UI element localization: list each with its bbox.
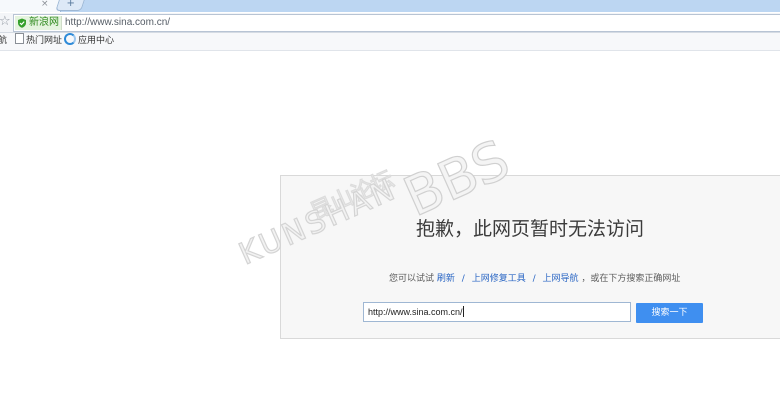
browser-tab[interactable]: × — [0, 0, 61, 12]
site-badge-label: 新浪网 — [29, 17, 59, 28]
text-caret — [462, 306, 464, 317]
search-button[interactable]: 搜索一下 — [636, 303, 703, 323]
bookmark-label: 热门网址 — [26, 36, 63, 46]
bookmark-item-hot-sites[interactable]: 热门网址 — [15, 33, 62, 50]
error-title: 抱歉，此网页暂时无法访问 — [416, 218, 645, 240]
bookmark-label: 航 — [0, 36, 8, 46]
bookmarks-bar: 航 热门网址 应用中心 — [0, 33, 780, 51]
navigation-link[interactable]: 上网导航 — [543, 274, 579, 284]
star-icon[interactable]: ☆ — [0, 14, 11, 30]
shield-icon — [18, 18, 26, 28]
app-center-icon — [64, 33, 76, 45]
document-icon — [15, 33, 24, 44]
bookmark-item-nav[interactable]: 航 — [0, 33, 7, 50]
site-security-badge[interactable]: 新浪网 — [15, 16, 62, 30]
new-tab-button[interactable]: + — [55, 0, 85, 11]
search-input-value: http://www.sina.com.cn/ — [368, 307, 463, 317]
bookmark-label: 应用中心 — [78, 36, 115, 46]
link-separator: / — [461, 274, 465, 284]
link-separator: / — [532, 274, 536, 284]
hint-prefix: 您可以试试 — [389, 274, 435, 284]
bookmark-item-app-center[interactable]: 应用中心 — [64, 33, 114, 50]
address-bar[interactable]: 新浪网 http://www.sina.com.cn/ — [13, 14, 780, 32]
browser-window: × + ☆ 新浪网 http://www.sina.com.cn/ 航 热门网址 — [0, 0, 780, 396]
address-row: ☆ 新浪网 http://www.sina.com.cn/ — [0, 13, 780, 33]
plus-icon: + — [66, 0, 75, 9]
close-tab-icon[interactable]: × — [41, 0, 49, 12]
error-panel: 抱歉，此网页暂时无法访问 您可以试试 刷新 / 上网修复工具 / 上网导航 ，或… — [280, 175, 780, 339]
hint-suffix: ，或在下方搜索正确网址 — [581, 274, 681, 284]
tab-strip: × + — [0, 0, 780, 12]
url-text[interactable]: http://www.sina.com.cn/ — [65, 15, 170, 31]
repair-tool-link[interactable]: 上网修复工具 — [472, 274, 526, 284]
search-input[interactable]: http://www.sina.com.cn/ — [363, 302, 631, 322]
error-hint: 您可以试试 刷新 / 上网修复工具 / 上网导航 ，或在下方搜索正确网址 — [389, 271, 680, 284]
refresh-link[interactable]: 刷新 — [437, 274, 455, 284]
